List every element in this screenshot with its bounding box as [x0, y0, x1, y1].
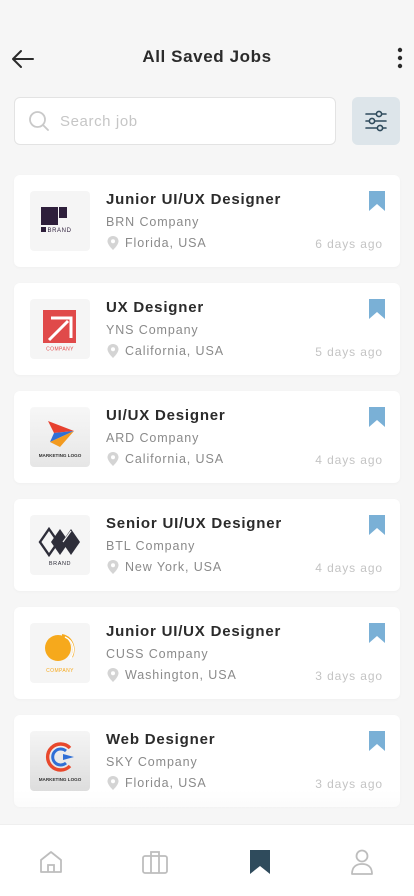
job-location: California, USA	[106, 450, 224, 468]
location-text: Florida, USA	[125, 236, 207, 250]
bookmark-button[interactable]	[369, 299, 385, 319]
bookmark-icon	[369, 191, 385, 211]
job-card[interactable]: BRAND Junior UI/UX Designer BRN Company …	[14, 175, 400, 267]
job-title: UI/UX Designer	[106, 407, 226, 424]
location-pin-icon	[106, 451, 120, 467]
cuss-company-logo: COMPANY	[45, 634, 75, 674]
company-logo: COMPANY	[30, 299, 90, 359]
bookmark-button[interactable]	[369, 515, 385, 535]
job-location: Washington, USA	[106, 666, 237, 684]
posted-time: 4 days ago	[315, 453, 383, 467]
job-card[interactable]: MARKETING LOGO UI/UX Designer ARD Compan…	[14, 391, 400, 483]
logo-text: MARKETING LOGO	[39, 453, 82, 458]
bookmark-icon	[369, 623, 385, 643]
job-card[interactable]: BRAND Senior UI/UX Designer BTL Company …	[14, 499, 400, 591]
location-text: California, USA	[125, 452, 224, 466]
home-icon	[40, 851, 62, 873]
job-card[interactable]: COMPANY Junior UI/UX Designer CUSS Compa…	[14, 607, 400, 699]
job-location: California, USA	[106, 342, 224, 360]
posted-time: 4 days ago	[315, 561, 383, 575]
filter-button[interactable]	[352, 97, 400, 145]
company-logo: BRAND	[30, 191, 90, 251]
sky-marketing-logo: MARKETING LOGO	[39, 742, 82, 782]
header: All Saved Jobs	[0, 0, 414, 90]
location-text: California, USA	[125, 344, 224, 358]
yns-company-logo: COMPANY	[43, 310, 76, 353]
bookmark-icon	[250, 850, 270, 874]
posted-time: 5 days ago	[315, 345, 383, 359]
posted-time: 3 days ago	[315, 669, 383, 683]
brn-brand-logo: BRAND	[41, 207, 72, 234]
company-logo: BRAND	[30, 515, 90, 575]
more-options-button[interactable]	[392, 44, 408, 72]
posted-time: 3 days ago	[315, 777, 383, 791]
ard-marketing-logo: MARKETING LOGO	[39, 421, 82, 458]
location-text: Florida, USA	[125, 776, 207, 790]
bookmark-button[interactable]	[369, 407, 385, 427]
posted-time: 6 days ago	[315, 237, 383, 251]
bookmark-button[interactable]	[369, 191, 385, 211]
briefcase-icon	[142, 851, 168, 874]
nav-jobs[interactable]	[140, 847, 170, 877]
profile-icon	[351, 849, 373, 875]
job-title: Junior UI/UX Designer	[106, 623, 282, 640]
more-vertical-icon	[397, 47, 403, 69]
nav-saved[interactable]	[245, 847, 275, 877]
company-name: ARD Company	[106, 431, 200, 445]
logo-text: COMPANY	[46, 347, 74, 353]
company-name: SKY Company	[106, 755, 198, 769]
bookmark-button[interactable]	[369, 623, 385, 643]
btl-brand-logo: BRAND	[38, 526, 80, 567]
location-pin-icon	[106, 559, 120, 575]
bookmark-button[interactable]	[369, 731, 385, 751]
job-title: Senior UI/UX Designer	[106, 515, 283, 532]
bookmark-icon	[369, 299, 385, 319]
location-text: New York, USA	[125, 560, 223, 574]
job-title: UX Designer	[106, 299, 204, 316]
company-name: BRN Company	[106, 215, 200, 229]
location-pin-icon	[106, 343, 120, 359]
company-logo: MARKETING LOGO	[30, 731, 90, 791]
logo-text: BRAND	[48, 228, 72, 234]
bookmark-icon	[369, 731, 385, 751]
search-icon	[28, 110, 50, 132]
company-logo: MARKETING LOGO	[30, 407, 90, 467]
logo-text: MARKETING LOGO	[39, 777, 82, 782]
location-text: Washington, USA	[125, 668, 237, 682]
logo-text: BRAND	[49, 561, 71, 567]
page-title: All Saved Jobs	[142, 47, 272, 66]
sliders-icon	[365, 110, 387, 132]
location-pin-icon	[106, 235, 120, 251]
bookmark-icon	[369, 515, 385, 535]
nav-profile[interactable]	[347, 847, 377, 877]
company-logo: COMPANY	[30, 623, 90, 683]
nav-home[interactable]	[36, 847, 66, 877]
company-name: BTL Company	[106, 539, 196, 553]
location-pin-icon	[106, 667, 120, 683]
search-input[interactable]	[60, 112, 310, 130]
logo-text: COMPANY	[46, 668, 74, 674]
bottom-nav	[0, 824, 414, 896]
job-title: Junior UI/UX Designer	[106, 191, 282, 208]
bookmark-icon	[369, 407, 385, 427]
location-pin-icon	[106, 775, 120, 791]
company-name: YNS Company	[106, 323, 199, 337]
job-location: New York, USA	[106, 558, 222, 576]
job-title: Web Designer	[106, 731, 216, 748]
company-name: CUSS Company	[106, 647, 209, 661]
job-card[interactable]: COMPANY UX Designer YNS Company Californ…	[14, 283, 400, 375]
search-box	[14, 97, 336, 145]
job-location: Florida, USA	[106, 234, 207, 252]
